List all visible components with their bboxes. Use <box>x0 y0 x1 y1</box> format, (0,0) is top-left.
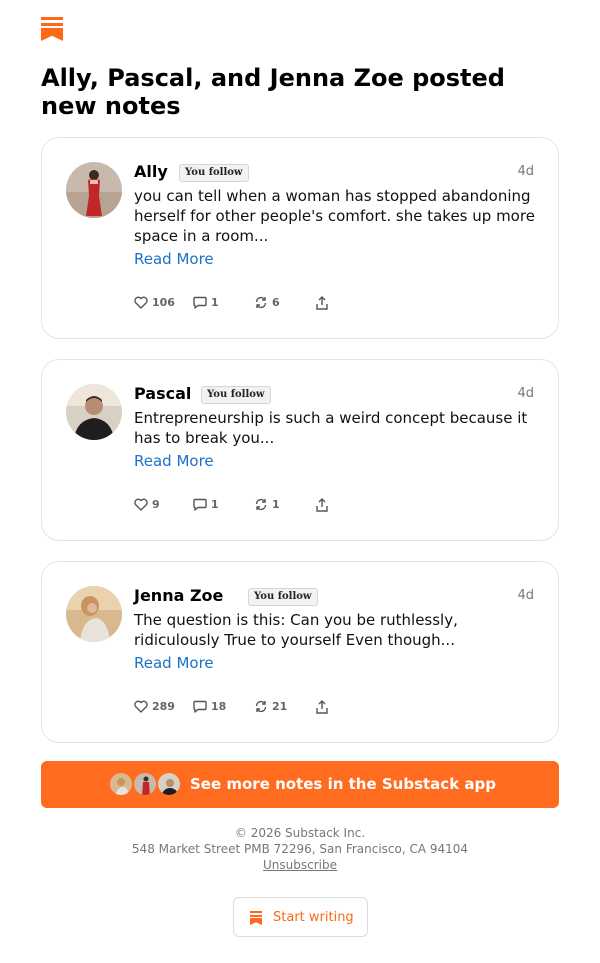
restack-button[interactable]: 1 <box>254 498 280 511</box>
read-more-link[interactable]: Read More <box>134 452 214 470</box>
comment-count: 1 <box>211 296 219 309</box>
address: 548 Market Street PMB 72296, San Francis… <box>131 842 469 856</box>
start-writing-button[interactable]: Start writing <box>233 897 368 937</box>
comment-count: 18 <box>211 700 227 713</box>
substack-bookmark-icon <box>250 911 262 925</box>
timestamp: 4d <box>517 386 534 401</box>
like-count: 106 <box>152 296 175 309</box>
comment-icon <box>193 498 207 511</box>
note-text[interactable]: The question is this: Can you be ruthles… <box>134 610 539 650</box>
follow-badge: You follow <box>248 588 318 606</box>
see-more-notes-button[interactable]: See more notes in the Substack app <box>41 761 559 808</box>
substack-logo-icon[interactable] <box>41 17 63 41</box>
avatar[interactable] <box>66 162 122 218</box>
comment-icon <box>193 296 207 309</box>
note-card[interactable]: Pascal You follow 4d Entrepreneurship is… <box>41 359 559 541</box>
page-title: Ally, Pascal, and Jenna Zoe posted new n… <box>41 64 505 120</box>
avatar <box>157 772 181 796</box>
share-button[interactable] <box>316 296 328 310</box>
restack-count: 21 <box>272 700 288 713</box>
read-more-link[interactable]: Read More <box>134 250 214 268</box>
share-icon <box>316 700 328 714</box>
author-name[interactable]: Jenna Zoe <box>134 586 223 606</box>
follow-badge: You follow <box>201 386 271 404</box>
share-icon <box>316 498 328 512</box>
avatar[interactable] <box>66 586 122 642</box>
avatar[interactable] <box>66 384 122 440</box>
comment-count: 1 <box>211 498 219 511</box>
restack-icon <box>255 296 267 309</box>
timestamp: 4d <box>517 588 534 603</box>
read-more-link[interactable]: Read More <box>134 654 214 672</box>
like-button[interactable]: 289 <box>134 700 175 713</box>
share-button[interactable] <box>316 700 328 714</box>
like-button[interactable]: 9 <box>134 498 160 511</box>
note-text[interactable]: Entrepreneurship is such a weird concept… <box>134 408 539 448</box>
share-icon <box>316 296 328 310</box>
comment-button[interactable]: 1 <box>193 498 219 511</box>
restack-button[interactable]: 21 <box>254 700 287 713</box>
heart-icon <box>134 700 148 713</box>
start-writing-label: Start writing <box>273 910 354 925</box>
timestamp: 4d <box>517 164 534 179</box>
share-button[interactable] <box>316 498 328 512</box>
like-count: 9 <box>152 498 160 511</box>
avatar <box>133 772 157 796</box>
restack-count: 6 <box>272 296 280 309</box>
heart-icon <box>134 296 148 309</box>
like-count: 289 <box>152 700 175 713</box>
author-name[interactable]: Ally <box>134 162 168 182</box>
unsubscribe-row: Unsubscribe <box>0 857 600 873</box>
note-card[interactable]: Jenna Zoe You follow 4d The question is … <box>41 561 559 743</box>
note-text[interactable]: you can tell when a woman has stopped ab… <box>134 186 539 246</box>
avatar <box>109 772 133 796</box>
copyright: © 2026 Substack Inc. <box>234 826 366 840</box>
restack-button[interactable]: 6 <box>254 296 280 309</box>
like-button[interactable]: 106 <box>134 296 175 309</box>
heart-icon <box>134 498 148 511</box>
comment-button[interactable]: 1 <box>193 296 219 309</box>
restack-icon <box>255 700 267 713</box>
comment-icon <box>193 700 207 713</box>
follow-badge: You follow <box>179 164 249 182</box>
restack-icon <box>255 498 267 511</box>
comment-button[interactable]: 18 <box>193 700 226 713</box>
note-card[interactable]: Ally You follow 4d you can tell when a w… <box>41 137 559 339</box>
author-avatars <box>109 772 185 796</box>
author-name[interactable]: Pascal <box>134 384 191 404</box>
unsubscribe-link[interactable]: Unsubscribe <box>263 858 337 872</box>
restack-count: 1 <box>272 498 280 511</box>
cta-label: See more notes in the Substack app <box>190 775 496 793</box>
